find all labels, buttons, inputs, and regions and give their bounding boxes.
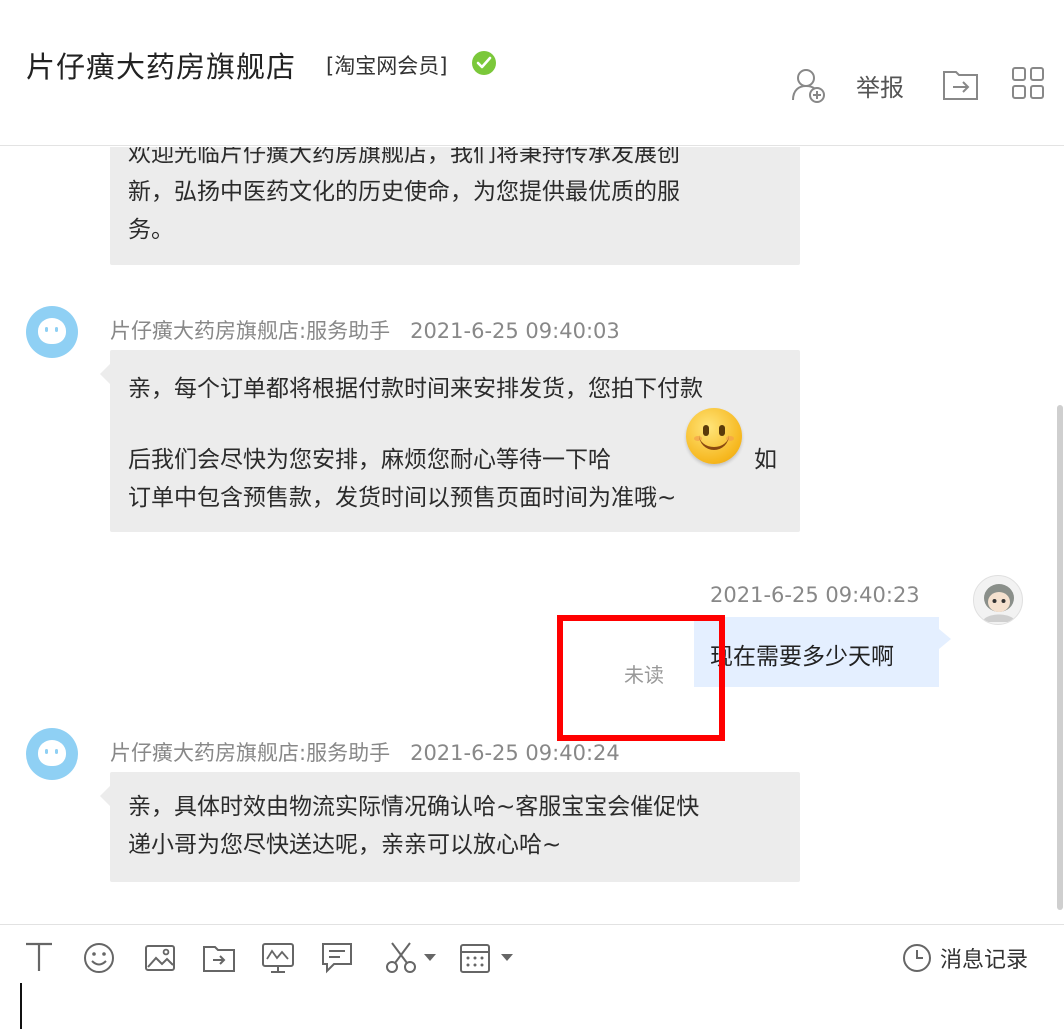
message-meta: 片仔癀大药房旗舰店:服务助手 2021-6-25 09:40:24	[110, 737, 620, 767]
member-tag: [淘宝网会员]	[326, 54, 448, 78]
message-time: 2021-6-25 09:40:03	[410, 319, 620, 343]
message-line: 递小哥为您尽快送达呢，亲亲可以放心哈~	[128, 832, 562, 858]
emoji-icon[interactable]	[82, 941, 116, 975]
message-line: 新，弘扬中医药文化的历史使命，为您提供最优质的服	[128, 179, 680, 205]
message-bubble: 欢迎光临片仔癀大药房旗舰店，我们将秉持传承发展创 新，弘扬中医药文化的历史使命，…	[110, 147, 800, 265]
message-time: 2021-6-25 09:40:23	[710, 583, 920, 607]
message-bubble: 亲，每个订单都将根据付款时间来安排发货，您拍下付款 后我们会尽快为您安排，麻烦您…	[100, 350, 800, 532]
chat-header: 片仔癀大药房旗舰店 [淘宝网会员] 举报	[0, 0, 1064, 146]
font-icon[interactable]	[24, 941, 54, 973]
chevron-down-icon[interactable]	[500, 953, 514, 963]
user-avatar[interactable]	[973, 575, 1023, 625]
annotation-highlight-box	[557, 615, 725, 741]
scrollbar-thumb[interactable]	[1057, 405, 1063, 910]
message-bubble: 亲，具体时效由物流实际情况确认哈~客服宝宝会催促快 递小哥为您尽快送达呢，亲亲可…	[100, 772, 800, 882]
message-line: 亲，具体时效由物流实际情况确认哈~客服宝宝会催促快	[128, 794, 700, 820]
service-avatar[interactable]	[26, 728, 78, 780]
message-history-button[interactable]: 消息记录	[940, 942, 1028, 974]
message-line: 欢迎光临片仔癀大药房旗舰店，我们将秉持传承发展创	[128, 147, 680, 167]
grid-menu-icon[interactable]	[1011, 66, 1045, 100]
send-file-icon[interactable]	[202, 941, 236, 975]
message-line: 后我们会尽快为您安排，麻烦您耐心等待一下哈	[128, 447, 611, 473]
image-icon[interactable]	[143, 941, 177, 975]
service-avatar[interactable]	[26, 306, 78, 358]
message-meta: 片仔癀大药房旗舰店:服务助手 2021-6-25 09:40:03	[110, 315, 620, 345]
text-input-caret[interactable]	[20, 983, 22, 1029]
add-contact-icon[interactable]	[790, 66, 828, 104]
message-line: 亲，每个订单都将根据付款时间来安排发货，您拍下付款	[128, 376, 703, 402]
message-time: 2021-6-25 09:40:24	[410, 741, 620, 765]
calendar-icon[interactable]	[458, 941, 492, 975]
sender-name: 片仔癀大药房旗舰店:服务助手	[110, 741, 391, 765]
message-line: 如	[754, 447, 777, 473]
message-line: 务。	[128, 217, 174, 243]
message-line: 订单中包含预售款，发货时间以预售页面时间为准哦~	[128, 485, 677, 511]
message-text: 现在需要多少天啊	[710, 644, 894, 670]
screenshot-scissors-icon[interactable]	[384, 941, 418, 975]
verified-check-icon	[472, 51, 496, 75]
self-message-bubble: 现在需要多少天啊	[694, 617, 951, 687]
report-button[interactable]: 举报	[856, 68, 904, 103]
chevron-down-icon[interactable]	[423, 953, 437, 963]
transfer-icon[interactable]	[942, 66, 980, 102]
scrollbar[interactable]	[1056, 147, 1064, 924]
quick-reply-icon[interactable]	[320, 941, 354, 975]
shop-name[interactable]: 片仔癀大药房旗舰店	[26, 44, 296, 86]
sender-name: 片仔癀大药房旗舰店:服务助手	[110, 319, 391, 343]
chat-message-area[interactable]: 欢迎光临片仔癀大药房旗舰店，我们将秉持传承发展创 新，弘扬中医药文化的历史使命，…	[0, 147, 1064, 924]
smile-emoji-icon	[686, 408, 742, 464]
input-toolbar: 消息记录	[0, 924, 1064, 1032]
clock-icon[interactable]	[902, 943, 932, 973]
screen-share-icon[interactable]	[261, 941, 295, 975]
